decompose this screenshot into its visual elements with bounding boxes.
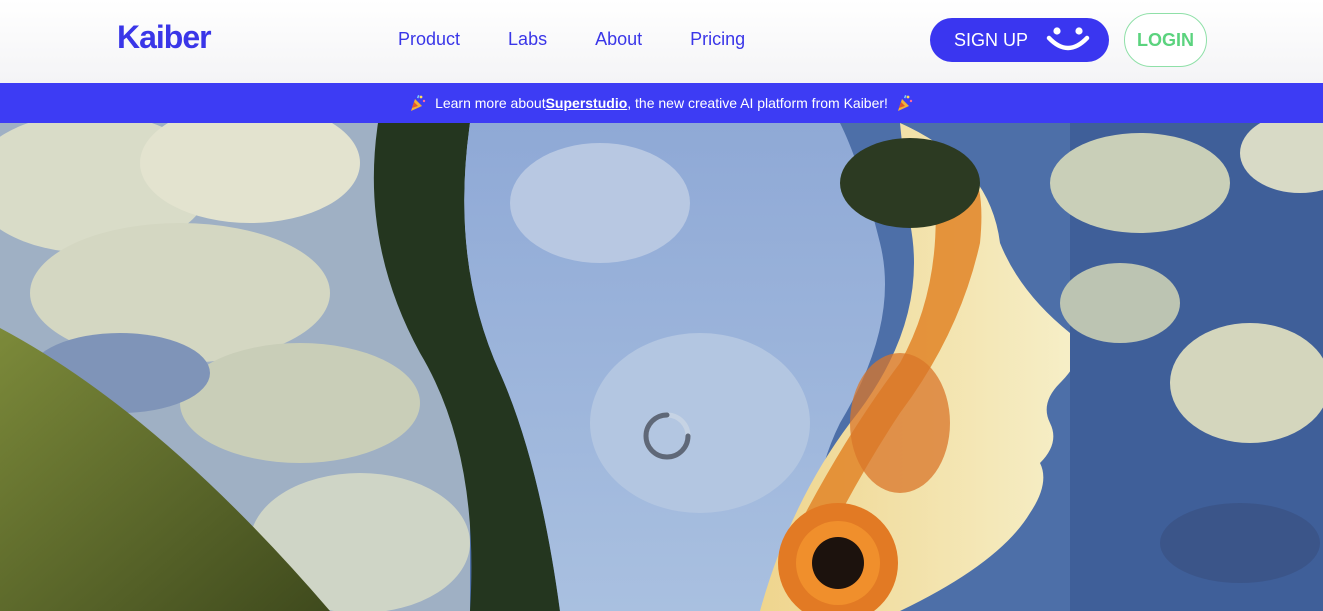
smiley-icon — [1046, 27, 1090, 51]
banner-text-suffix: , the new creative AI platform from Kaib… — [627, 95, 888, 111]
nav-labs[interactable]: Labs — [508, 29, 547, 50]
banner-text-prefix: Learn more about — [435, 95, 546, 111]
party-popper-icon — [897, 95, 913, 111]
signup-label: SIGN UP — [954, 29, 1029, 50]
superstudio-link[interactable]: Superstudio — [546, 95, 628, 111]
nav-product[interactable]: Product — [398, 29, 460, 50]
loading-spinner-icon — [643, 412, 691, 460]
party-popper-icon — [411, 95, 426, 111]
nav-pricing[interactable]: Pricing — [690, 29, 745, 50]
login-button[interactable]: LOGIN — [1124, 13, 1207, 67]
announcement-banner: Learn more about Superstudio, the new cr… — [0, 83, 1323, 123]
kaiber-logo[interactable]: Kaiber — [117, 19, 212, 56]
main-nav: Product Labs About Pricing — [398, 29, 793, 50]
hero-image — [0, 123, 1323, 611]
signup-button[interactable]: SIGN UP — [930, 18, 1109, 62]
nav-about[interactable]: About — [595, 29, 642, 50]
site-header: Kaiber Product Labs About Pricing SIGN U… — [0, 0, 1323, 83]
hero-artwork — [0, 123, 1323, 611]
